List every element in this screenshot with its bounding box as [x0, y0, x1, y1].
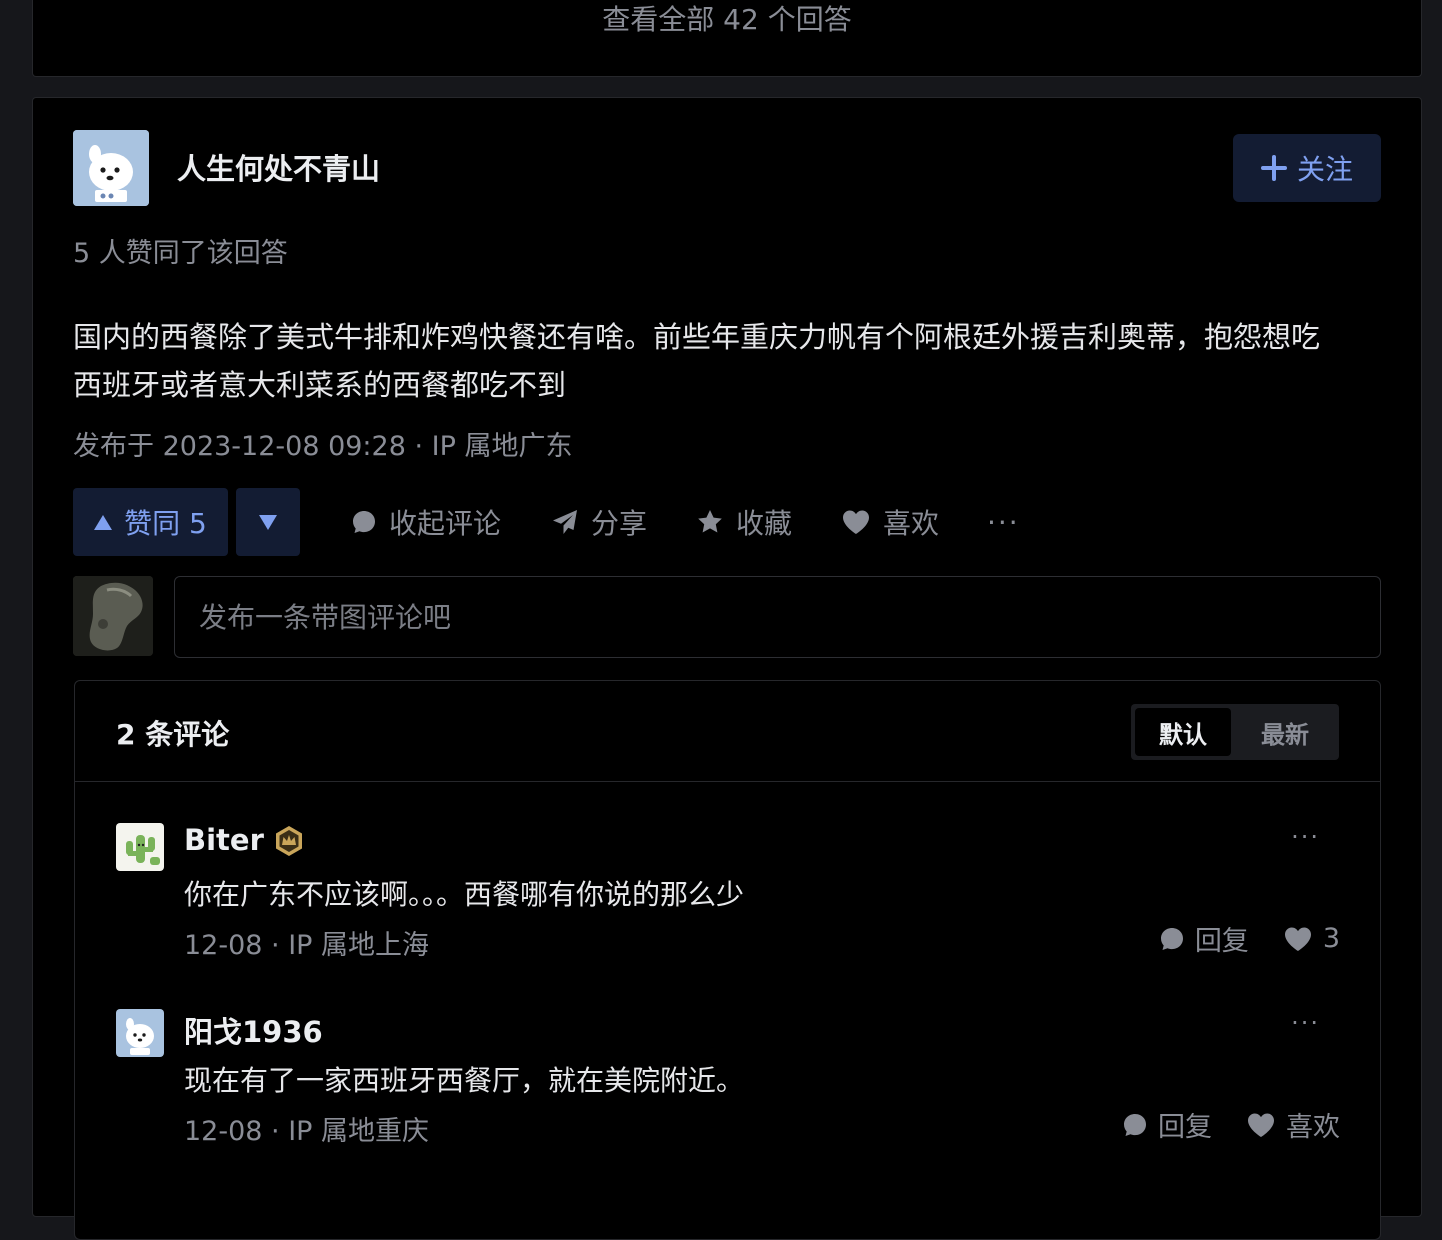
- heart-icon: [1248, 1113, 1274, 1137]
- reply-label: 回复: [1194, 926, 1249, 957]
- comment-bubble-icon: [1124, 1113, 1146, 1136]
- heart-icon: [843, 510, 869, 534]
- crown-badge-icon: [276, 826, 302, 856]
- comment-like-label: 喜欢: [1286, 1112, 1340, 1143]
- more-actions-button[interactable]: ···: [987, 488, 1020, 556]
- answer-content-line: 西班牙或者意大利菜系的西餐都吃不到: [73, 368, 567, 402]
- upvote-button[interactable]: 赞同 5: [73, 488, 228, 556]
- comment-more-button[interactable]: ···: [1291, 823, 1320, 851]
- comment-more-button[interactable]: ···: [1291, 1009, 1320, 1037]
- answer-meta: 发布于 2023-12-08 09:28 · IP 属地广东: [73, 431, 573, 462]
- reply-button[interactable]: 回复: [1122, 1105, 1212, 1144]
- author-avatar[interactable]: [73, 130, 149, 206]
- more-dots-icon: ···: [987, 505, 1020, 539]
- sort-latest-tab[interactable]: 最新: [1237, 708, 1333, 756]
- answer-content-line: 国内的西餐除了美式牛排和炸鸡快餐还有啥。前些年重庆力帆有个阿根廷外援吉利奥蒂，抱…: [73, 320, 1321, 354]
- commenter-avatar[interactable]: [116, 1009, 164, 1057]
- downvote-button[interactable]: [236, 488, 300, 556]
- paper-plane-icon: [553, 510, 577, 534]
- plus-icon: [1260, 155, 1287, 181]
- answer-card: 人生何处不青山 关注 5 人赞同了该回答 国内的西餐除了美式牛排和炸鸡快餐还有啥…: [32, 97, 1422, 1240]
- heart-icon: [1284, 927, 1311, 951]
- follow-button[interactable]: 关注: [1233, 134, 1381, 202]
- triangle-down-icon: [259, 514, 277, 530]
- comment-meta: 12-08 · IP 属地重庆: [184, 1116, 430, 1147]
- sort-default-tab[interactable]: 默认: [1135, 708, 1231, 756]
- current-user-avatar: [73, 576, 153, 656]
- comment-like-button[interactable]: 喜欢: [1246, 1105, 1340, 1144]
- favorite-button[interactable]: 收藏: [696, 488, 792, 556]
- comment-actions: 回复 喜欢: [1122, 1105, 1340, 1144]
- answer-action-bar: 赞同 5 收起评论 分享 收藏 喜欢 ···: [73, 488, 1383, 556]
- astronaut-dog-avatar-icon: [116, 1009, 164, 1057]
- follow-label: 关注: [1296, 153, 1353, 186]
- commenter-name[interactable]: Biter: [184, 823, 264, 857]
- stone-figure-avatar-icon: [73, 576, 153, 656]
- view-all-answers-link[interactable]: 查看全部 42 个回答: [33, 0, 1421, 38]
- comment-text: 现在有了一家西班牙西餐厅，就在美院附近。: [184, 1064, 745, 1097]
- comment-bubble-icon: [1160, 927, 1183, 950]
- star-icon: [698, 510, 722, 533]
- collapse-comments-button[interactable]: 收起评论: [351, 488, 501, 556]
- commenter-name[interactable]: 阳戈1936: [184, 1009, 323, 1051]
- share-button[interactable]: 分享: [551, 488, 647, 556]
- upvote-label: 赞同 5: [124, 507, 207, 540]
- comments-panel: 2 条评论 默认 最新 Biter ··· 你在广东不应该啊。。。西餐哪有你说的…: [74, 680, 1381, 1240]
- previous-answer-card: 查看全部 42 个回答: [32, 0, 1422, 77]
- like-button[interactable]: 喜欢: [841, 488, 939, 556]
- reply-label: 回复: [1158, 1112, 1212, 1143]
- comment-input[interactable]: [174, 576, 1381, 658]
- author-name[interactable]: 人生何处不青山: [177, 146, 380, 188]
- like-label: 喜欢: [883, 507, 940, 540]
- answer-content: 国内的西餐除了美式牛排和炸鸡快餐还有啥。前些年重庆力帆有个阿根廷外援吉利奥蒂，抱…: [73, 313, 1383, 409]
- comment-text: 你在广东不应该啊。。。西餐哪有你说的那么少: [184, 878, 745, 911]
- comment-actions: 回复 3: [1159, 919, 1340, 958]
- votes-summary: 5 人赞同了该回答: [73, 238, 288, 269]
- comments-header: 2 条评论 默认 最新: [75, 681, 1380, 782]
- cactus-avatar-icon: [116, 823, 164, 871]
- left-gutter: [0, 0, 32, 1188]
- comment-sort-toggle: 默认 最新: [1131, 704, 1339, 760]
- triangle-up-icon: [94, 514, 113, 530]
- comment-meta: 12-08 · IP 属地上海: [184, 930, 430, 961]
- comment-bubble-icon: [353, 511, 375, 533]
- favorite-label: 收藏: [736, 507, 793, 540]
- comment-like-button[interactable]: 3: [1283, 919, 1340, 958]
- comments-count: 2 条评论: [116, 718, 230, 751]
- comment-like-count: 3: [1322, 923, 1340, 954]
- reply-button[interactable]: 回复: [1159, 919, 1249, 958]
- astronaut-dog-avatar-icon: [73, 130, 149, 206]
- collapse-comments-label: 收起评论: [389, 507, 502, 540]
- commenter-avatar[interactable]: [116, 823, 164, 871]
- share-label: 分享: [591, 507, 648, 540]
